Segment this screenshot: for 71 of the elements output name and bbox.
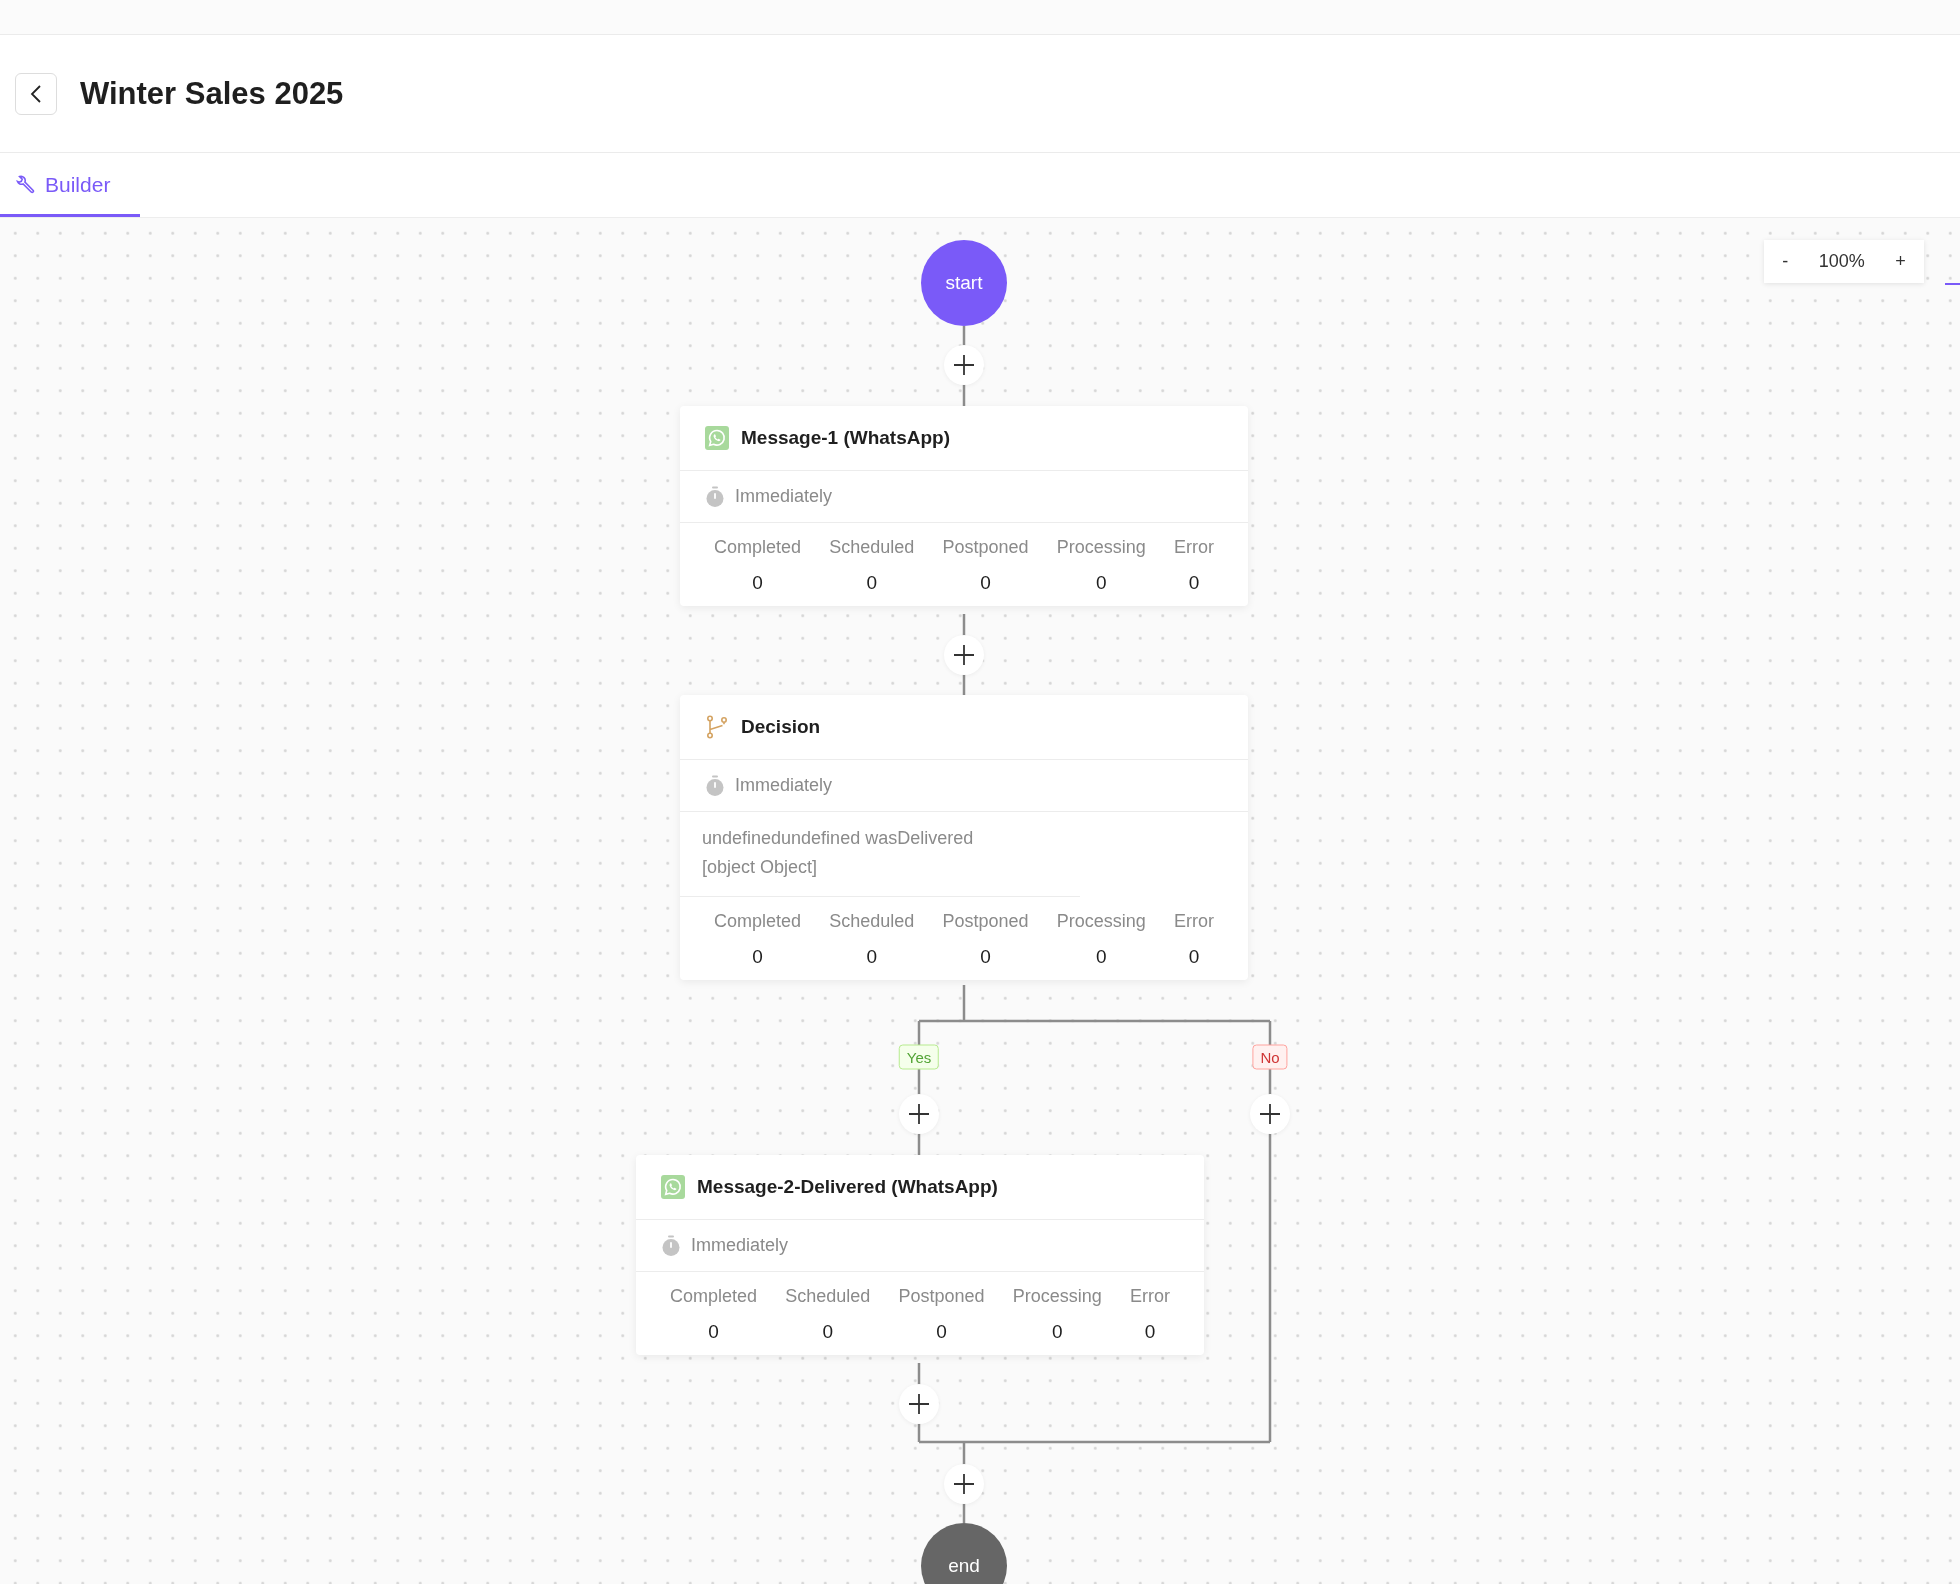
- stat-value: 0: [866, 572, 878, 594]
- stat-label: Error: [1130, 1286, 1170, 1307]
- add-step-button[interactable]: [1250, 1094, 1290, 1134]
- stat-value: 0: [980, 946, 991, 968]
- message-card[interactable]: Message-2-Delivered (WhatsApp) Immediately Completed 0 Scheduled 0 Postponed 0 Processing 0 Error 0: [636, 1155, 1204, 1355]
- stat-label: Processing: [1056, 911, 1146, 932]
- chat-bubble-icon: [661, 1175, 685, 1199]
- stat-label: Scheduled: [785, 1286, 871, 1307]
- stat-value: 0: [752, 946, 763, 968]
- plus-icon: [908, 1393, 930, 1415]
- add-step-button[interactable]: [899, 1094, 939, 1134]
- branch-label: Yes: [898, 1044, 940, 1070]
- stat-value: 0: [752, 572, 763, 594]
- plus-icon: [953, 644, 975, 666]
- stat-value: 0: [1096, 946, 1107, 968]
- branch-icon: [705, 715, 729, 739]
- plus-icon: [953, 354, 975, 376]
- stat-label: Processing: [1056, 537, 1146, 558]
- indicator-line: [1945, 283, 1960, 285]
- add-step-button[interactable]: [944, 1464, 984, 1504]
- zoom-out-button[interactable]: -: [1776, 249, 1795, 274]
- branch-label: No: [1252, 1044, 1288, 1070]
- stat-label: Scheduled: [829, 537, 915, 558]
- card-title: Message-2-Delivered (WhatsApp): [697, 1176, 998, 1198]
- stat-value: 0: [936, 1321, 947, 1343]
- stat-label: Error: [1174, 911, 1214, 932]
- stat-value: 0: [822, 1321, 834, 1343]
- stat-value: 0: [866, 946, 878, 968]
- end-node: end: [921, 1523, 1007, 1584]
- add-step-button[interactable]: [944, 345, 984, 385]
- stat-value: 0: [1096, 572, 1107, 594]
- plus-icon: [1259, 1103, 1281, 1125]
- stat-value: 0: [1144, 1321, 1156, 1343]
- page-title: Winter Sales 2025: [80, 75, 344, 112]
- back-button[interactable]: [15, 72, 57, 115]
- stat-label: Postponed: [898, 1286, 985, 1307]
- stat-label: Completed: [714, 911, 802, 932]
- stat-label: Processing: [1012, 1286, 1102, 1307]
- delay-text: Immediately: [735, 486, 833, 507]
- stat-label: Scheduled: [829, 911, 915, 932]
- stopwatch-icon: [661, 1234, 681, 1257]
- stat-value: 0: [708, 1321, 719, 1343]
- wrench-icon: [15, 175, 35, 195]
- message-card[interactable]: Message-1 (WhatsApp) Immediately Completed 0 Scheduled 0 Postponed 0 Processing 0 Error 0: [680, 406, 1248, 606]
- condition-text: undefinedundefined wasDelivered: [702, 827, 975, 850]
- stat-value: 0: [1188, 572, 1200, 594]
- plus-icon: [908, 1103, 930, 1125]
- card-title: Decision: [741, 716, 821, 738]
- card-title: Message-1 (WhatsApp): [741, 427, 951, 449]
- decision-card[interactable]: Decision Immediately undefinedundefined wasDelivered [object Object] Completed 0 Scheduled 0 Postponed 0 Processing 0 Error 0: [680, 695, 1248, 980]
- add-step-button[interactable]: [944, 635, 984, 675]
- zoom-in-button[interactable]: +: [1889, 249, 1912, 274]
- stat-label: Postponed: [942, 537, 1029, 558]
- stat-value: 0: [980, 572, 991, 594]
- delay-text: Immediately: [735, 775, 833, 796]
- stat-label: Completed: [714, 537, 802, 558]
- stat-label: Completed: [670, 1286, 758, 1307]
- zoom-level: 100%: [1818, 251, 1865, 272]
- stopwatch-icon: [705, 774, 725, 797]
- delay-text: Immediately: [691, 1235, 789, 1256]
- stat-value: 0: [1052, 1321, 1063, 1343]
- stat-value: 0: [1188, 946, 1200, 968]
- start-node: start: [921, 240, 1007, 326]
- chevron-left-icon: [30, 83, 42, 104]
- add-step-button[interactable]: [899, 1384, 939, 1424]
- chat-bubble-icon: [705, 426, 729, 450]
- condition-text: [object Object]: [702, 856, 819, 879]
- stopwatch-icon: [705, 485, 725, 508]
- plus-icon: [953, 1473, 975, 1495]
- stat-label: Postponed: [942, 911, 1029, 932]
- stat-label: Error: [1174, 537, 1214, 558]
